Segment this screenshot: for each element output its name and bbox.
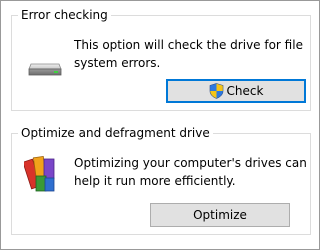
optimize-description-line2: help it run more efficiently. xyxy=(74,174,236,188)
error-checking-description-line2: system errors. xyxy=(74,56,161,70)
optimize-button-label: Optimize xyxy=(193,208,247,222)
drive-properties-tools-panel: Error checking This option will check th… xyxy=(0,0,320,250)
optimize-description-line1: Optimizing your computer's drives can xyxy=(74,156,307,170)
error-checking-description-line1: This option will check the drive for fil… xyxy=(74,38,303,52)
optimize-title: Optimize and defragment drive xyxy=(18,125,213,141)
optimize-description: Optimizing your computer's drives can he… xyxy=(74,154,307,190)
uac-shield-icon xyxy=(209,83,223,99)
error-checking-group: Error checking This option will check th… xyxy=(11,7,311,111)
optimize-group: Optimize and defragment drive Optimizing… xyxy=(11,125,311,235)
check-button[interactable]: Check xyxy=(166,79,306,103)
hard-drive-icon xyxy=(28,63,62,76)
error-checking-description: This option will check the drive for fil… xyxy=(74,36,303,72)
check-button-label: Check xyxy=(226,84,264,98)
optimize-button[interactable]: Optimize xyxy=(150,203,290,227)
defragment-icon xyxy=(24,155,55,192)
error-checking-title: Error checking xyxy=(18,7,111,23)
